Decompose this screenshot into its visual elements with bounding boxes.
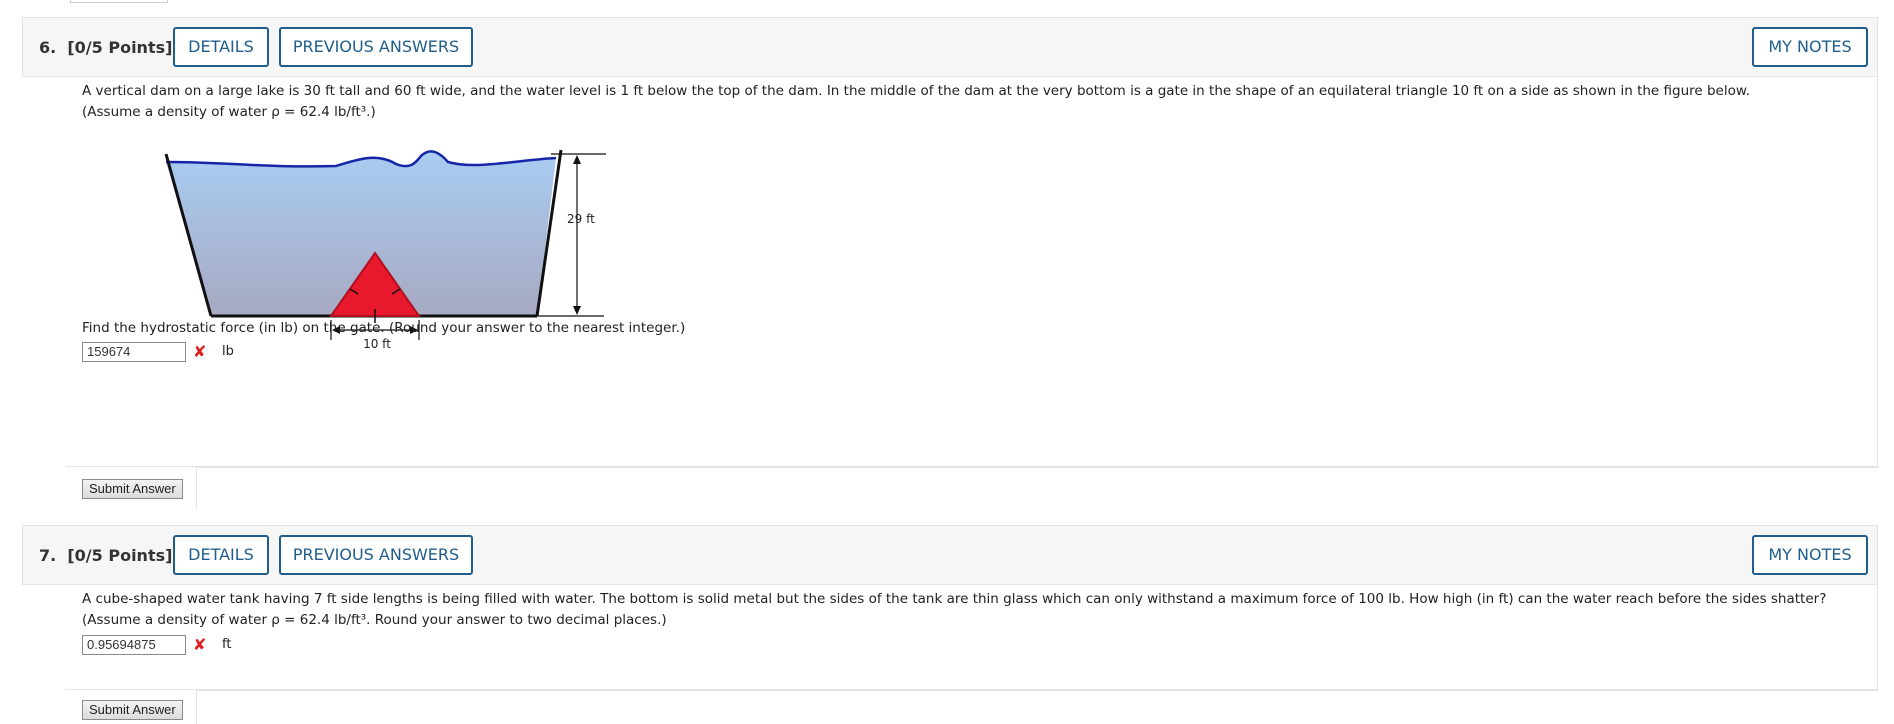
submit-frame	[196, 467, 1879, 508]
question-6-title: 6. [0/5 Points]	[39, 38, 172, 57]
previous-answers-button[interactable]: PREVIOUS ANSWERS	[279, 27, 473, 67]
question-7-header: 7. [0/5 Points] DETAILS PREVIOUS ANSWERS…	[22, 525, 1878, 585]
incorrect-icon: ✘	[193, 342, 207, 361]
submit-answer-button[interactable]: Submit Answer	[82, 700, 183, 720]
my-notes-button[interactable]: MY NOTES	[1752, 27, 1868, 67]
details-button[interactable]: DETAILS	[173, 535, 269, 575]
question-6-body: A vertical dam on a large lake is 30 ft …	[66, 77, 1878, 467]
width-label: 10 ft	[363, 337, 391, 351]
question-7-title: 7. [0/5 Points]	[39, 546, 172, 565]
previous-answers-button[interactable]: PREVIOUS ANSWERS	[279, 535, 473, 575]
question-6-text-line1: A vertical dam on a large lake is 30 ft …	[82, 83, 1750, 99]
question-number: 6.	[39, 38, 57, 57]
answer-unit: lb	[222, 344, 234, 359]
answer-unit: ft	[222, 637, 232, 652]
my-notes-button[interactable]: MY NOTES	[1752, 535, 1868, 575]
answer-input[interactable]: 0.95694875	[82, 635, 186, 655]
question-7-body: A cube-shaped water tank having 7 ft sid…	[66, 585, 1878, 690]
submit-answer-button[interactable]: Submit Answer	[82, 479, 183, 499]
question-number: 7.	[39, 546, 57, 565]
height-label: 29 ft	[567, 212, 595, 226]
incorrect-icon: ✘	[193, 635, 207, 654]
question-6-header: 6. [0/5 Points] DETAILS PREVIOUS ANSWERS…	[22, 17, 1878, 77]
previous-section-edge	[70, 0, 168, 3]
question-points: [0/5 Points]	[67, 546, 173, 565]
answer-input[interactable]: 159674	[82, 342, 186, 362]
question-7-text-line1: A cube-shaped water tank having 7 ft sid…	[82, 591, 1827, 607]
dam-figure: 10 ft 29 ft	[164, 149, 606, 351]
question-7-text-line2: (Assume a density of water ρ = 62.4 lb/f…	[82, 612, 667, 628]
details-button[interactable]: DETAILS	[173, 27, 269, 67]
question-points: [0/5 Points]	[67, 38, 173, 57]
question-6-prompt: Find the hydrostatic force (in lb) on th…	[82, 320, 686, 336]
question-6-text-line2: (Assume a density of water ρ = 62.4 lb/f…	[82, 104, 376, 120]
submit-frame	[196, 690, 1879, 724]
